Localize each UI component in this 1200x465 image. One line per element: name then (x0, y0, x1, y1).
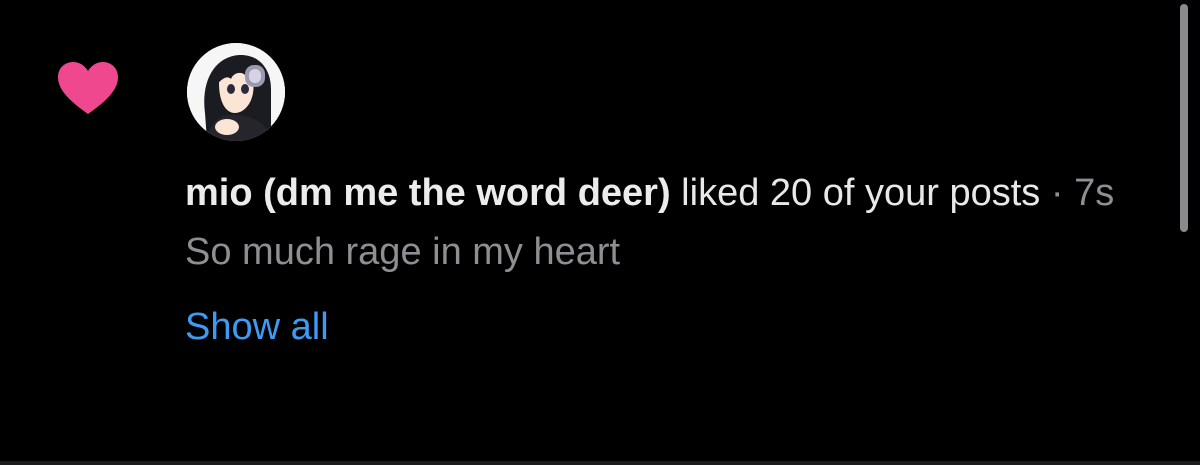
heart-icon (56, 60, 120, 116)
scrollbar[interactable] (1180, 4, 1188, 232)
post-preview-text[interactable]: So much rage in my heart (185, 225, 1145, 280)
action-text: liked 20 of your posts (670, 172, 1041, 214)
avatar[interactable] (187, 43, 285, 141)
notification-headline: mio (dm me the word deer) liked 20 of yo… (185, 166, 1145, 221)
divider (0, 461, 1200, 465)
username-link[interactable]: mio (dm me the word deer) (185, 172, 671, 214)
notification-text: mio (dm me the word deer) liked 20 of yo… (185, 166, 1145, 352)
separator-dot: · (1040, 172, 1075, 214)
timestamp: 7s (1074, 172, 1115, 214)
like-notification[interactable]: mio (dm me the word deer) liked 20 of yo… (0, 0, 1200, 465)
show-all-link[interactable]: Show all (185, 302, 329, 352)
